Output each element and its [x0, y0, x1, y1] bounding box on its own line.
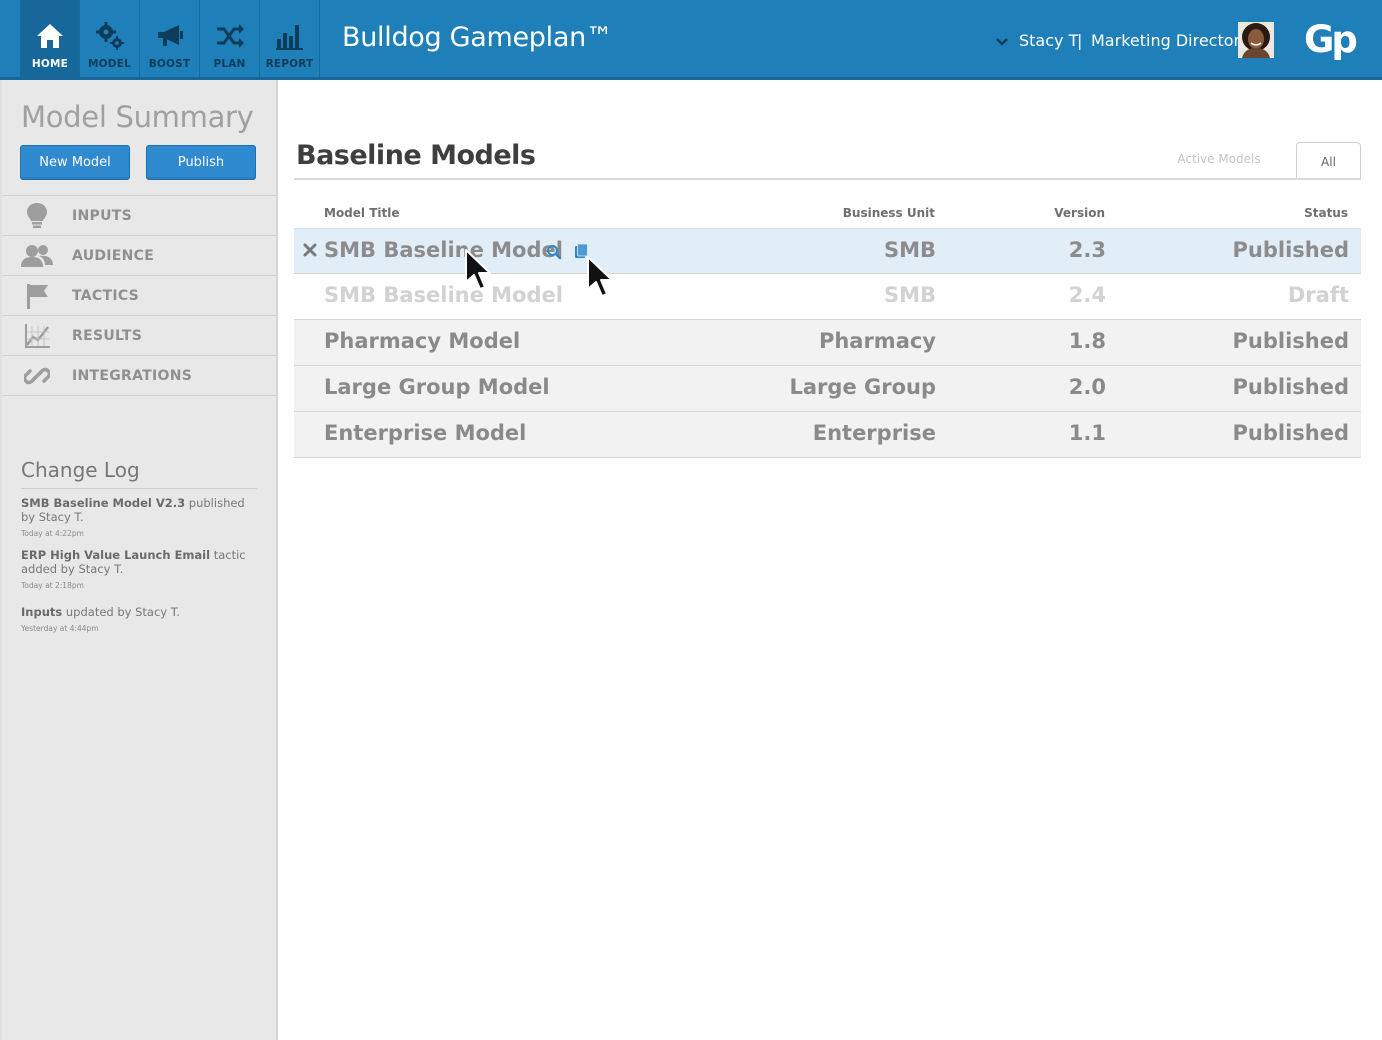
row-status: Published: [1232, 329, 1350, 353]
close-icon[interactable]: [302, 242, 318, 258]
sidebar-item-label: INPUTS: [72, 207, 132, 224]
new-model-button[interactable]: New Model: [20, 145, 130, 180]
column-header-title[interactable]: Model Title: [324, 206, 400, 220]
changelog-entry: ERP High Value Launch Email tactic added…: [21, 548, 251, 593]
nav-plan[interactable]: PLAN: [200, 0, 260, 77]
user-avatar[interactable]: [1238, 22, 1274, 58]
sidebar-title: Model Summary: [21, 100, 254, 134]
chevron-down-icon[interactable]: [996, 33, 1008, 46]
user-separator: |: [1077, 31, 1083, 50]
nav-plan-label: PLAN: [213, 58, 246, 70]
user-name[interactable]: Stacy T: [1019, 31, 1078, 50]
bar-chart-icon: [274, 20, 306, 52]
sidebar-item-integrations[interactable]: INTEGRATIONS: [2, 356, 276, 396]
row-title: SMB Baseline Model: [324, 283, 563, 307]
nav-boost-label: BOOST: [148, 58, 191, 70]
changelog-entry-time: Today at 4:22pm: [21, 529, 84, 538]
sidebar-item-tactics[interactable]: TACTICS: [2, 276, 276, 316]
row-title: Pharmacy Model: [324, 329, 521, 353]
sidebar-item-results[interactable]: RESULTS: [2, 316, 276, 356]
row-unit: Enterprise: [812, 421, 936, 445]
search-icon[interactable]: [546, 244, 562, 260]
nav-model-label: MODEL: [88, 58, 131, 70]
sidebar-nav: INPUTS AUDIENCE TACTICS RESULTS INTEGRAT…: [2, 195, 276, 396]
lightbulb-icon: [2, 202, 72, 230]
app-logo[interactable]: Gp: [1304, 18, 1358, 61]
row-unit: SMB: [883, 238, 936, 262]
row-status: Published: [1232, 421, 1350, 445]
sidebar-item-label: INTEGRATIONS: [72, 367, 193, 384]
copy-icon[interactable]: [574, 243, 588, 259]
sidebar-item-label: TACTICS: [72, 287, 140, 304]
sidebar-item-label: RESULTS: [72, 327, 143, 344]
top-bar: HOME MODEL BOOST PLAN REPORT Bulldog Gam…: [0, 0, 1382, 80]
table-row[interactable]: Large Group Model Large Group 2.0 Publis…: [294, 366, 1361, 412]
sidebar-item-label: AUDIENCE: [72, 247, 155, 264]
row-version: 2.4: [1068, 283, 1106, 307]
user-role: Marketing Director: [1091, 31, 1241, 50]
tab-all[interactable]: All: [1296, 142, 1361, 180]
main-nav: HOME MODEL BOOST PLAN REPORT: [20, 0, 320, 77]
row-title: SMB Baseline Model: [324, 238, 563, 262]
title-divider: [294, 178, 1361, 180]
users-icon: [2, 244, 72, 268]
row-status: Published: [1232, 238, 1350, 262]
nav-report-label: REPORT: [265, 58, 314, 70]
tab-active-models[interactable]: Active Models: [1160, 152, 1278, 166]
row-unit: SMB: [883, 283, 936, 307]
megaphone-icon: [154, 20, 186, 52]
nav-report[interactable]: REPORT: [260, 0, 320, 77]
column-header-status[interactable]: Status: [1304, 206, 1348, 220]
nav-home[interactable]: HOME: [20, 0, 80, 77]
sidebar-item-inputs[interactable]: INPUTS: [2, 196, 276, 236]
row-version: 2.3: [1068, 238, 1106, 262]
changelog-divider: [21, 488, 257, 489]
line-chart-icon: [2, 322, 72, 350]
row-version: 1.8: [1068, 329, 1106, 353]
page-title: Baseline Models: [296, 140, 536, 171]
changelog-title: Change Log: [21, 458, 140, 482]
app-title: Bulldog Gameplan™: [342, 22, 613, 53]
changelog-entry-text: updated by Stacy T.: [62, 605, 181, 619]
column-header-unit[interactable]: Business Unit: [843, 206, 935, 220]
publish-button[interactable]: Publish: [146, 145, 256, 180]
changelog-entry: SMB Baseline Model V2.3 published by Sta…: [21, 496, 251, 541]
changelog-entry-subject[interactable]: SMB Baseline Model V2.3: [21, 496, 185, 510]
sidebar-item-audience[interactable]: AUDIENCE: [2, 236, 276, 276]
table-row[interactable]: Pharmacy Model Pharmacy 1.8 Published: [294, 320, 1361, 366]
nav-home-label: HOME: [31, 58, 69, 70]
row-version: 1.1: [1068, 421, 1106, 445]
link-icon: [2, 363, 72, 389]
changelog-entry: Inputs updated by Stacy T. Yesterday at …: [21, 605, 251, 636]
gears-icon: [94, 20, 126, 52]
flag-icon: [2, 282, 72, 310]
table-row[interactable]: Enterprise Model Enterprise 1.1 Publishe…: [294, 412, 1361, 458]
sidebar: Model Summary New Model Publish INPUTS A…: [0, 80, 278, 1040]
column-header-version[interactable]: Version: [1054, 206, 1105, 220]
row-status: Published: [1232, 375, 1350, 399]
row-status: Draft: [1287, 283, 1349, 307]
nav-model[interactable]: MODEL: [80, 0, 140, 77]
changelog-entry-subject[interactable]: Inputs: [21, 605, 62, 619]
row-title: Enterprise Model: [324, 421, 527, 445]
row-version: 2.0: [1068, 375, 1106, 399]
row-unit: Large Group: [789, 375, 937, 399]
changelog-entry-subject[interactable]: ERP High Value Launch Email: [21, 548, 210, 562]
changelog-entry-time: Yesterday at 4:44pm: [21, 624, 99, 633]
nav-boost[interactable]: BOOST: [140, 0, 200, 77]
table-row[interactable]: SMB Baseline Model SMB 2.3 Published: [294, 228, 1361, 274]
row-unit: Pharmacy: [818, 329, 936, 353]
row-title: Large Group Model: [324, 375, 550, 399]
changelog-entry-time: Today at 2:18pm: [21, 581, 84, 590]
table-row[interactable]: SMB Baseline Model SMB 2.4 Draft: [294, 274, 1361, 320]
shuffle-icon: [214, 20, 246, 52]
home-icon: [34, 20, 66, 52]
